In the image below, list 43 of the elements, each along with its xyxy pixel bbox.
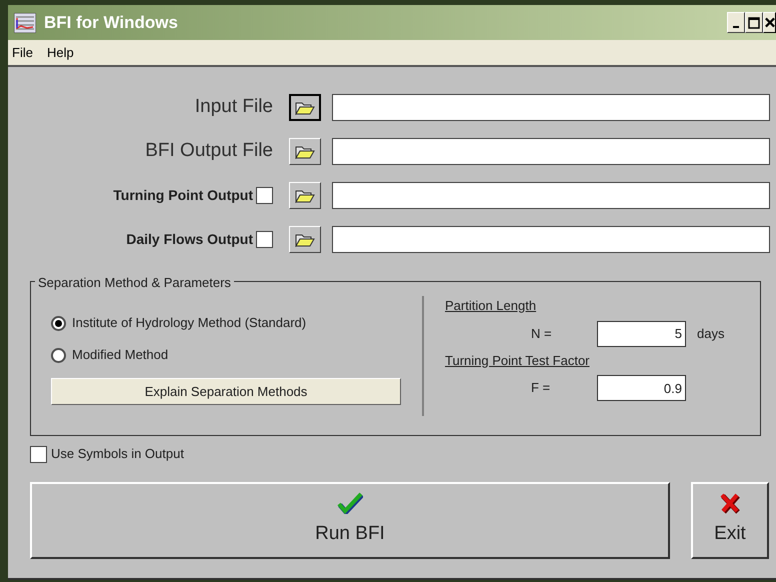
parameter-heading: Partition Length bbox=[445, 297, 538, 315]
checkbox[interactable] bbox=[256, 231, 273, 248]
file-path-field[interactable] bbox=[332, 182, 770, 209]
app-icon bbox=[14, 12, 36, 32]
minimize-icon bbox=[733, 26, 739, 28]
menu-item[interactable]: File bbox=[12, 42, 33, 62]
maximize-icon bbox=[748, 16, 760, 28]
parameter-label: N = bbox=[531, 324, 553, 343]
checkbox[interactable] bbox=[256, 187, 273, 204]
minimize-button[interactable] bbox=[727, 12, 745, 33]
file-path-field[interactable] bbox=[332, 138, 770, 165]
browse-button[interactable] bbox=[289, 94, 321, 121]
file-path-field[interactable] bbox=[332, 226, 770, 253]
run-button[interactable]: Run BFI bbox=[30, 482, 670, 559]
file-path-field[interactable] bbox=[332, 94, 770, 121]
radio-label: Modified Method bbox=[72, 346, 168, 364]
unit-label: days bbox=[697, 324, 724, 343]
menu-item[interactable]: Help bbox=[46, 42, 74, 62]
window-title: BFI for Windows bbox=[44, 12, 178, 34]
checkbox-label: Use Symbols in Output bbox=[51, 445, 184, 464]
field-label: Input File bbox=[194, 95, 273, 120]
parameter-heading: Turning Point Test Factor bbox=[445, 352, 591, 370]
radio-button[interactable] bbox=[51, 316, 66, 330]
cross-icon bbox=[719, 492, 741, 514]
explain-button[interactable]: Explain Separation Methods bbox=[51, 378, 401, 405]
folder-icon bbox=[295, 144, 315, 158]
checkbox[interactable] bbox=[30, 446, 47, 462]
parameter-field[interactable]: 5 bbox=[597, 320, 686, 346]
maximize-button[interactable] bbox=[745, 12, 763, 33]
checkmark-icon bbox=[337, 492, 363, 514]
parameter-field[interactable]: 0.9 bbox=[597, 375, 686, 401]
folder-icon bbox=[295, 232, 315, 246]
folder-icon bbox=[295, 188, 315, 202]
option-label: Turning Point Output bbox=[113, 186, 253, 205]
folder-icon bbox=[295, 100, 315, 114]
exit-button[interactable]: Exit bbox=[691, 482, 769, 559]
option-label: Daily Flows Output bbox=[126, 230, 253, 249]
field-label: BFI Output File bbox=[145, 139, 273, 164]
close-icon bbox=[765, 17, 775, 28]
close-button[interactable] bbox=[763, 12, 776, 33]
radio-label: Institute of Hydrology Method (Standard) bbox=[72, 314, 306, 332]
parameter-label: F = bbox=[531, 379, 552, 398]
radio-button[interactable] bbox=[51, 348, 66, 362]
